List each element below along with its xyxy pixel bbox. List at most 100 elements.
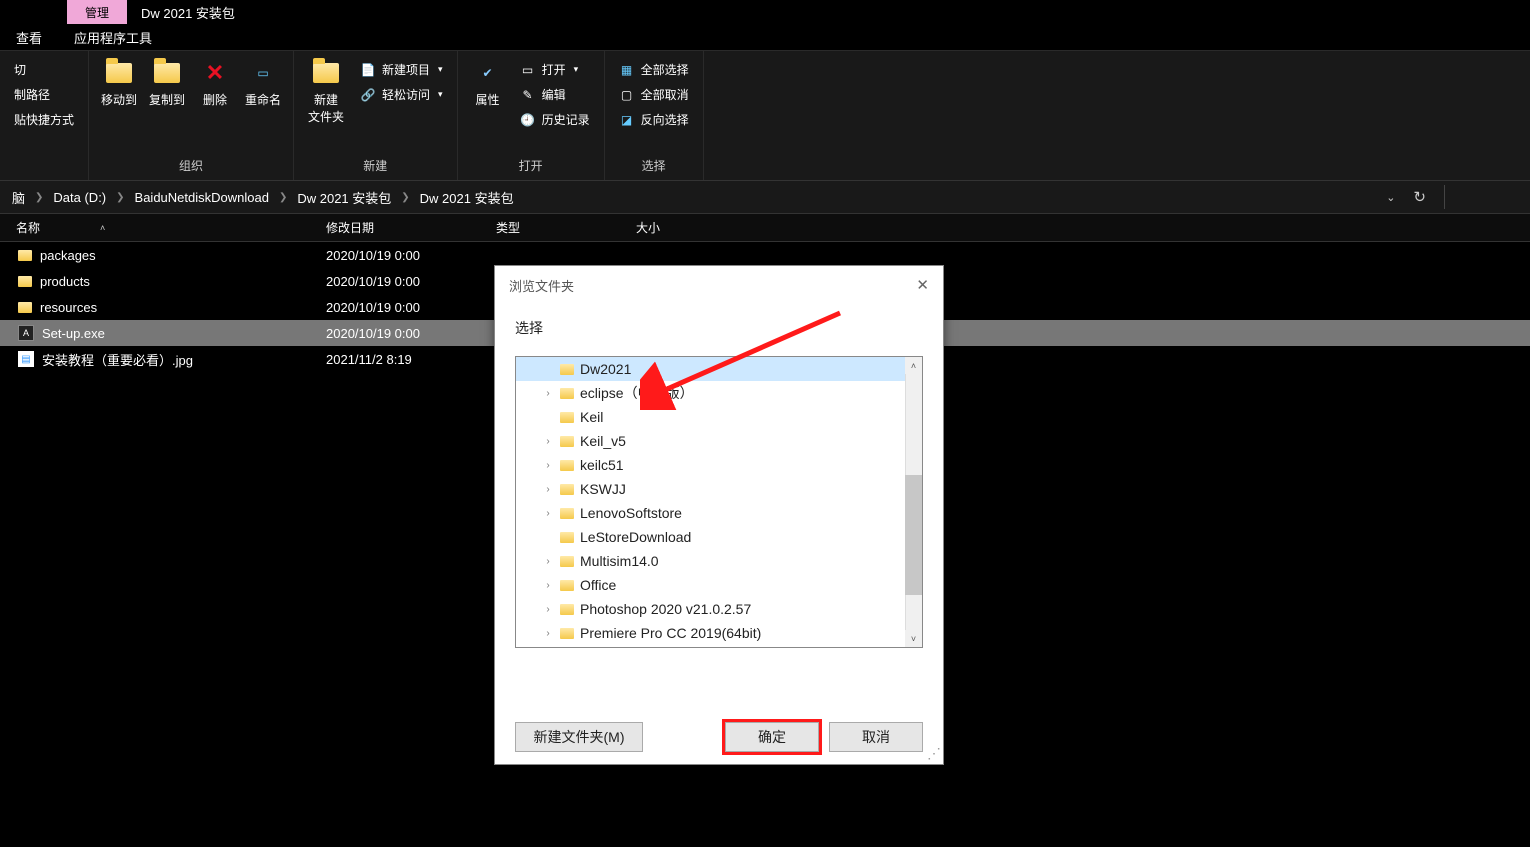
edit-icon: ✎ (520, 87, 536, 103)
ribbon-copy-path[interactable]: 制路径 (14, 86, 74, 103)
scrollbar[interactable]: ˄ ˅ (905, 357, 922, 647)
folder-icon (560, 364, 574, 375)
delete-button[interactable]: ✕ 删除 (191, 55, 239, 108)
tree-item[interactable]: ›KSWJJ (516, 477, 922, 501)
invert-selection-button[interactable]: ◪反向选择 (611, 109, 697, 130)
tree-item[interactable]: ›LenovoSoftstore (516, 501, 922, 525)
move-to-button[interactable]: 移动到 (95, 55, 143, 108)
history-button[interactable]: 🕘历史记录 (512, 109, 598, 130)
tree-item[interactable]: › Keil_v5 (516, 429, 922, 453)
new-item-icon: 📄 (360, 62, 376, 78)
tree-item[interactable]: ›eclipse（中文版） (516, 381, 922, 405)
folder-icon (18, 250, 32, 261)
scroll-thumb[interactable] (905, 475, 922, 595)
folder-icon (560, 604, 574, 615)
dialog-title: 浏览文件夹 (509, 276, 574, 295)
open-icon: ▭ (520, 62, 536, 78)
new-folder-button[interactable]: 新建 文件夹 (300, 55, 352, 125)
folder-icon (18, 302, 32, 313)
scroll-down-icon[interactable]: ˅ (905, 630, 922, 647)
menu-view[interactable]: 查看 (0, 24, 58, 50)
ribbon-cut[interactable]: 切 (14, 61, 74, 78)
tree-item-label: Office (580, 577, 616, 593)
refresh-icon[interactable]: ↻ (1413, 188, 1426, 206)
close-icon[interactable]: ✕ (916, 276, 929, 294)
chevron-down-icon[interactable]: ⌄ (1386, 191, 1395, 204)
folder-tree: Dw2021 ›eclipse（中文版） Keil › Keil_v5 ›keilc51… (515, 356, 923, 648)
expand-icon[interactable]: › (542, 580, 554, 591)
cancel-button[interactable]: 取消 (829, 722, 923, 752)
select-none-icon: ▢ (619, 87, 635, 103)
ok-button[interactable]: 确定 (725, 722, 819, 752)
chevron-right-icon: ❯ (114, 192, 126, 203)
expand-icon[interactable]: › (542, 460, 554, 471)
file-name: resources (40, 300, 97, 315)
expand-icon[interactable]: › (542, 436, 554, 447)
bc-item-4[interactable]: Dw 2021 安装包 (414, 188, 520, 207)
col-type[interactable]: 类型 (496, 219, 636, 236)
tree-item[interactable]: ›Multisim14.0 (516, 549, 922, 573)
tab-manage[interactable]: 管理 (67, 0, 127, 24)
easy-access-button[interactable]: 🔗轻松访问▾ (352, 84, 451, 105)
rename-button[interactable]: ▭ 重命名 (239, 55, 287, 108)
expand-icon[interactable]: › (542, 508, 554, 519)
copy-to-button[interactable]: 复制到 (143, 55, 191, 108)
menu-row: 查看 应用程序工具 (0, 24, 1530, 50)
group-label-organize: 组织 (179, 153, 203, 178)
resize-grip-icon[interactable]: ⋰ (927, 748, 941, 762)
folder-icon (560, 556, 574, 567)
search-input[interactable] (1444, 185, 1514, 209)
expand-icon[interactable]: › (542, 604, 554, 615)
tree-item-label: Keil_v5 (580, 433, 626, 449)
folder-icon (560, 460, 574, 471)
menu-app-tools[interactable]: 应用程序工具 (58, 24, 168, 50)
tree-item-label: Keil (580, 409, 603, 425)
browse-folder-dialog: 浏览文件夹 ✕ 选择 Dw2021 ›eclipse（中文版） Keil › Keil… (494, 265, 944, 765)
delete-icon: ✕ (201, 59, 229, 87)
image-icon: ▤ (18, 351, 34, 367)
tree-item[interactable]: › Office (516, 573, 922, 597)
window-title: Dw 2021 安装包 (141, 0, 235, 24)
file-date: 2021/11/2 8:19 (326, 352, 496, 367)
bc-item-0[interactable]: 脑 (6, 188, 31, 207)
ribbon-group-open: ✔ 属性 ▭打开▾ ✎编辑 🕘历史记录 打开 (458, 51, 605, 180)
tree-item-label: Dw2021 (580, 361, 631, 377)
open-button[interactable]: ▭打开▾ (512, 59, 598, 80)
folder-icon (153, 59, 181, 87)
expand-icon[interactable]: › (542, 556, 554, 567)
new-item-button[interactable]: 📄新建项目▾ (352, 59, 451, 80)
expand-icon[interactable]: › (542, 388, 554, 399)
new-folder-button[interactable]: 新建文件夹(M) (515, 722, 643, 752)
tree-item[interactable]: ›keilc51 (516, 453, 922, 477)
select-all-button[interactable]: ▦全部选择 (611, 59, 697, 80)
bc-item-2[interactable]: BaiduNetdiskDownload (129, 190, 275, 205)
bc-item-1[interactable]: Data (D:) (47, 190, 112, 205)
tree-item[interactable]: ›Premiere Pro CC 2019(64bit) (516, 621, 922, 645)
tree-item-label: LeStoreDownload (580, 529, 691, 545)
expand-icon[interactable]: › (542, 484, 554, 495)
tree-item[interactable]: LeStoreDownload (516, 525, 922, 549)
title-tab-row: 管理 Dw 2021 安装包 (0, 0, 1530, 24)
tree-item[interactable]: ›Photoshop 2020 v21.0.2.57 (516, 597, 922, 621)
properties-button[interactable]: ✔ 属性 (464, 55, 512, 108)
file-date: 2020/10/19 0:00 (326, 326, 496, 341)
group-label-select: 选择 (642, 153, 666, 178)
edit-button[interactable]: ✎编辑 (512, 84, 598, 105)
col-name[interactable]: 名称˄ (16, 219, 326, 236)
dialog-select-label: 选择 (515, 310, 923, 356)
history-icon: 🕘 (520, 112, 536, 128)
col-date[interactable]: 修改日期 (326, 219, 496, 236)
breadcrumb[interactable]: 脑❯ Data (D:)❯ BaiduNetdiskDownload❯ Dw 2… (0, 180, 1530, 214)
col-size[interactable]: 大小 (636, 219, 736, 236)
select-none-button[interactable]: ▢全部取消 (611, 84, 697, 105)
chevron-right-icon: ❯ (33, 192, 45, 203)
column-headers[interactable]: 名称˄ 修改日期 类型 大小 (0, 214, 1530, 242)
tree-item[interactable]: Dw2021 (516, 357, 922, 381)
scroll-up-icon[interactable]: ˄ (905, 357, 922, 374)
tree-item[interactable]: Keil (516, 405, 922, 429)
expand-icon[interactable]: › (542, 628, 554, 639)
sort-caret-icon: ˄ (100, 223, 105, 233)
bc-item-3[interactable]: Dw 2021 安装包 (291, 188, 397, 207)
ribbon-group-select: ▦全部选择 ▢全部取消 ◪反向选择 选择 (605, 51, 704, 180)
ribbon-paste-shortcut[interactable]: 贴快捷方式 (14, 111, 74, 128)
